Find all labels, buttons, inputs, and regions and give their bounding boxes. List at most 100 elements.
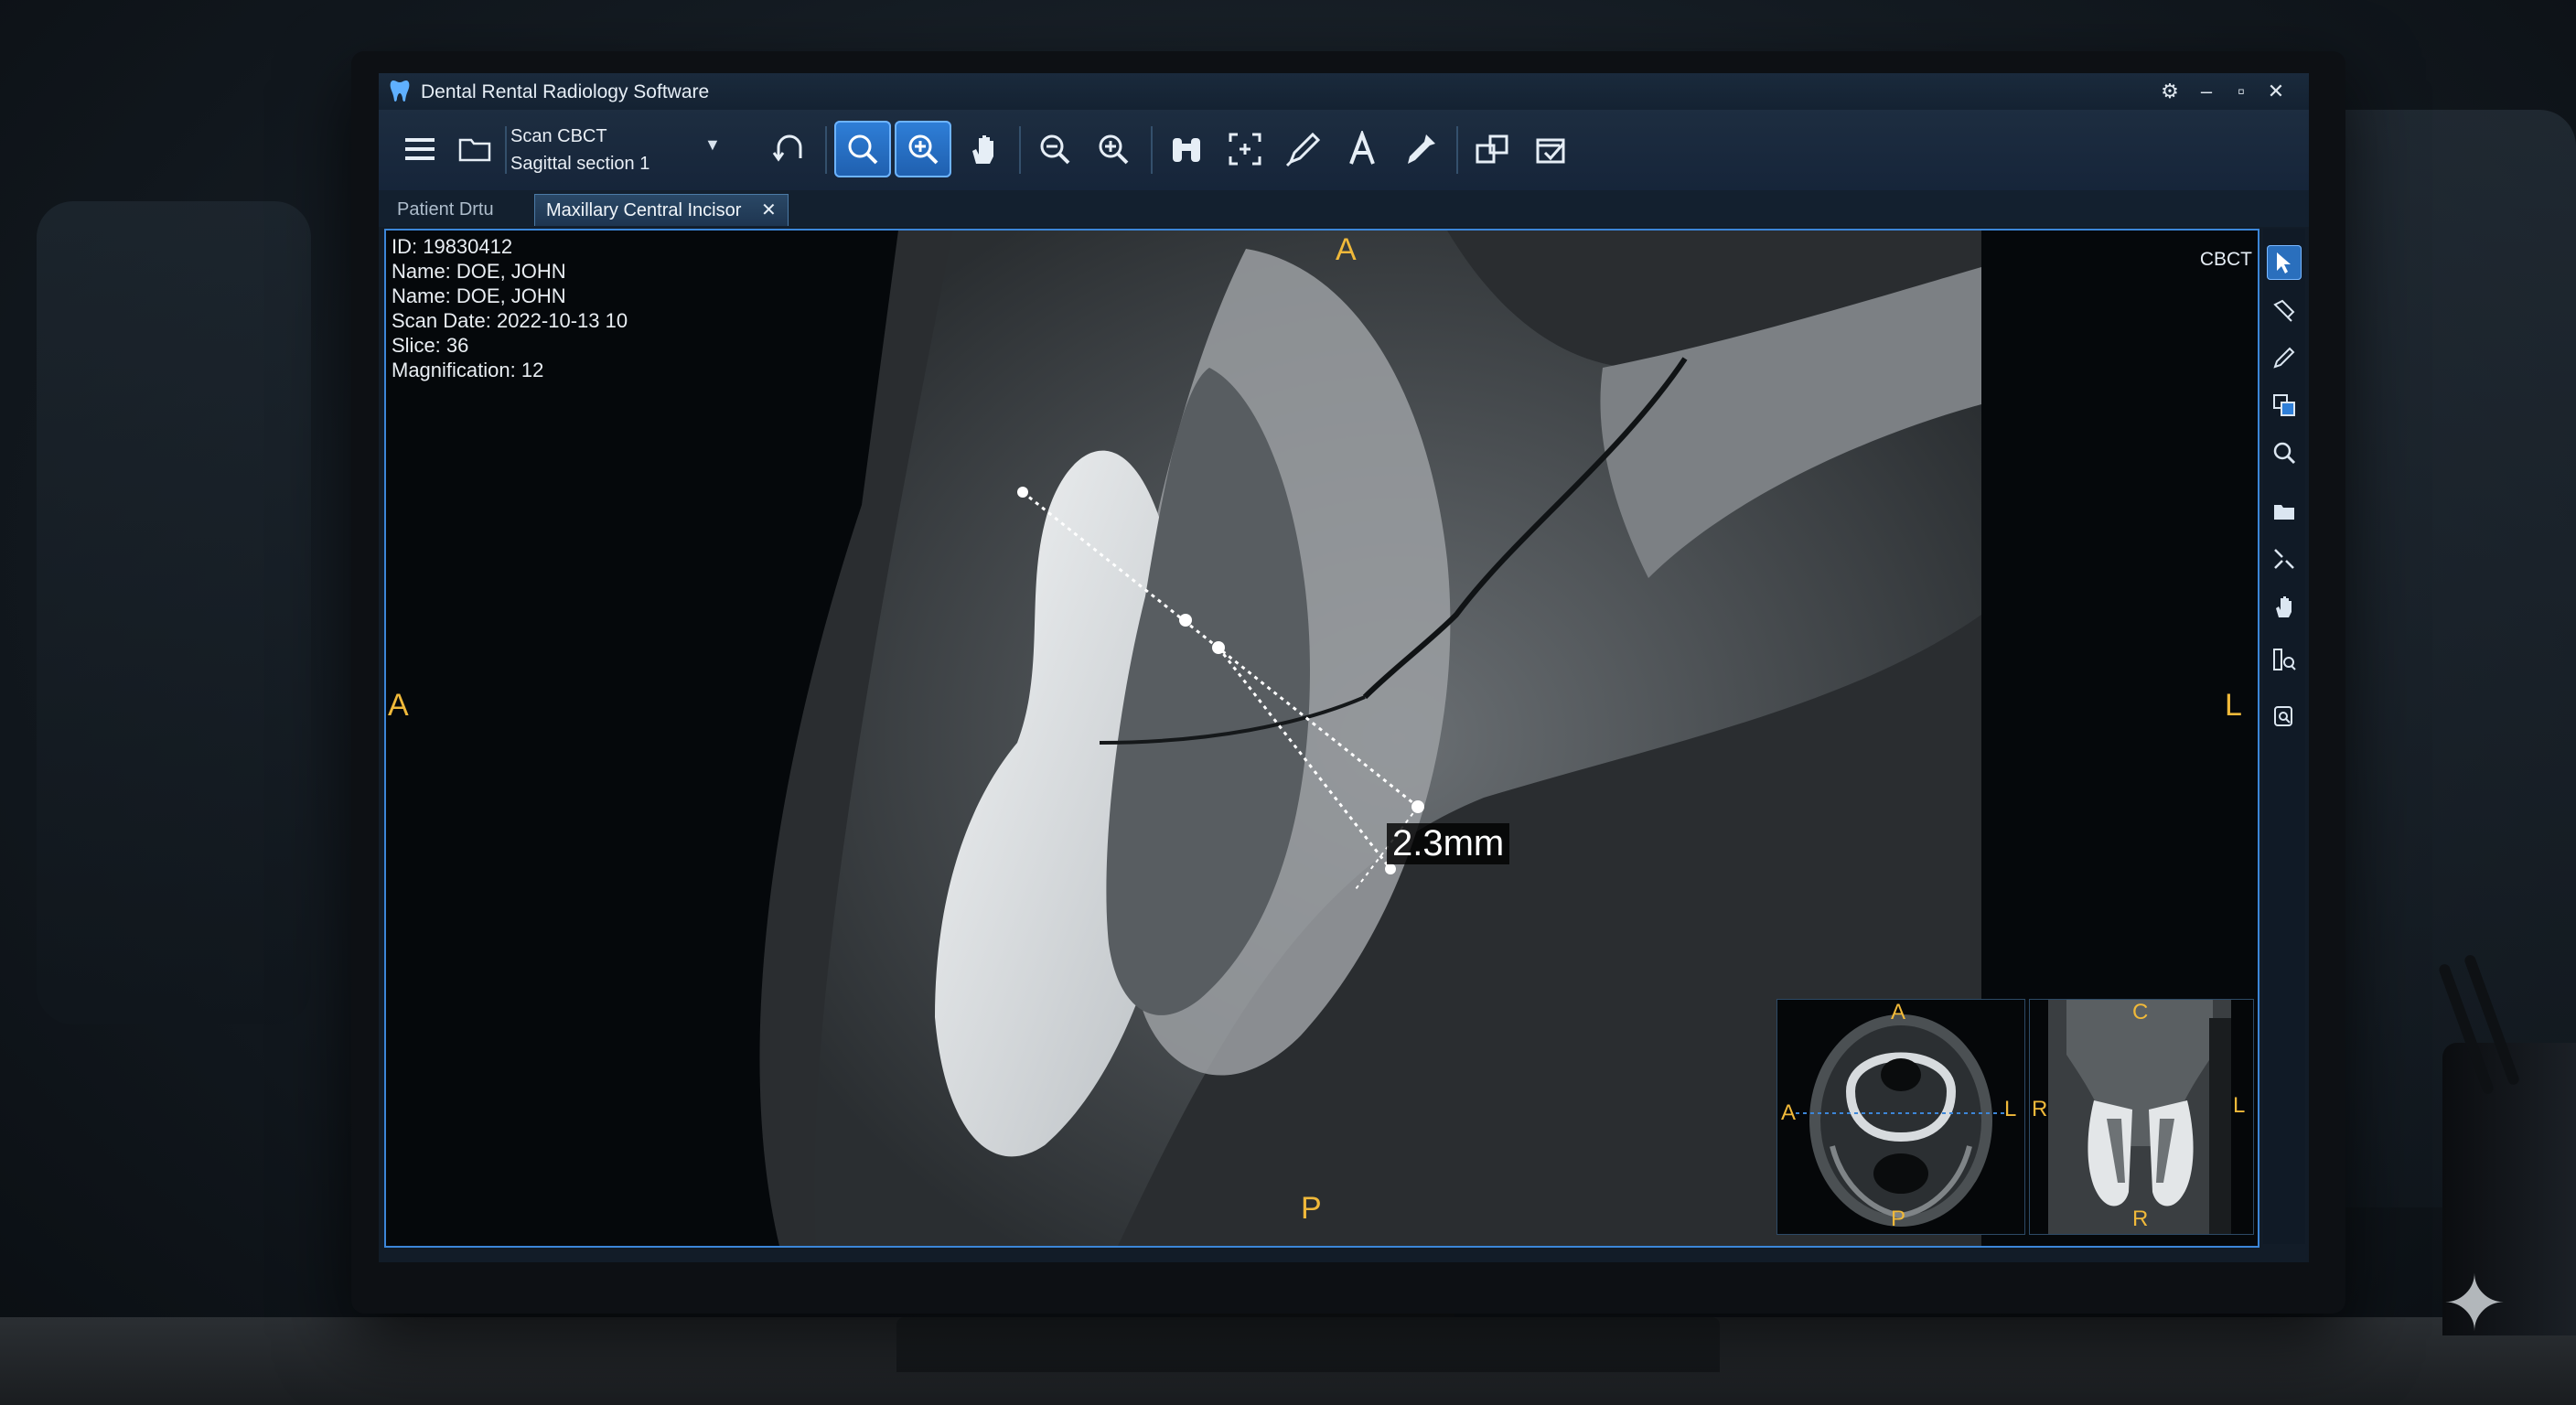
transform-tool-button[interactable] [2267,542,2302,576]
magnify-tool-button[interactable] [2267,435,2302,470]
close-window-button[interactable]: ✕ [2259,77,2292,106]
orientation-bottom-label: P [1301,1191,1322,1226]
scan-type-label: Scan CBCT [510,126,607,146]
zoom-in-tool-button[interactable] [895,121,951,177]
zoom-out-icon [1040,134,1070,165]
coronal-top-label: C [2132,1000,2149,1024]
patient-name: Name: DOE, JOHN [392,260,566,283]
zoom-tool-button[interactable] [834,121,891,177]
measure-zoom-button[interactable] [2267,642,2302,677]
undo-button[interactable] [761,121,818,177]
measure-zoom-icon [2273,649,2296,670]
orientation-top-label: A [1336,232,1357,267]
measurement-label: 2.3mm [1387,823,1510,864]
open-folder-button[interactable] [446,121,503,177]
main-toolbar: Scan CBCT Sagittal section 1 ▼ [379,110,2309,191]
tab-maxillary-central-incisor[interactable]: Maxillary Central Incisor ✕ [534,194,789,226]
text-annotation-button[interactable] [1334,121,1390,177]
find-button[interactable] [1158,121,1215,177]
copy-layers-icon [2273,394,2295,416]
background-shelf [37,201,311,1024]
pipette-button[interactable] [1392,121,1449,177]
axial-top-label: A [1891,1000,1906,1024]
pencil-icon [2273,347,2295,369]
zoom-in-active-icon [908,134,939,165]
copy-layers-button[interactable] [2267,388,2302,423]
zoom-out-button[interactable] [1026,121,1083,177]
modality-label: CBCT [2199,249,2252,270]
document-tabs: Patient Drtu Maxillary Central Incisor ✕ [379,190,2309,227]
pointer-icon [2277,252,2291,273]
patient-info-overlay: ID: 19830412 Name: DOE, JOHN Name: DOE, … [392,234,628,382]
select-tool-button[interactable] [2267,245,2302,280]
orientation-right-label: L [2225,688,2242,723]
coronal-bottom-label: R [2132,1207,2149,1231]
coronal-left-label: R [2032,1097,2048,1121]
axial-slice-image [1796,1014,2006,1227]
zoom-icon [848,134,878,165]
crop-icon [1229,133,1261,166]
title-bar: Dental Rental Radiology Software ⚙ – ▫ ✕ [379,73,2309,110]
open-series-button[interactable] [2267,494,2302,529]
minimize-button[interactable]: – [2190,77,2223,106]
magnification: Magnification: 12 [392,359,544,381]
maximize-button[interactable]: ▫ [2225,77,2258,106]
scan-section-label: Sagittal section 1 [510,154,650,174]
axial-left-label: A [1781,1100,1797,1125]
settings-search-icon [2274,706,2292,726]
window-title: Dental Rental Radiology Software [421,81,710,102]
magnify-icon [2273,442,2296,465]
hand-tool-button[interactable] [2267,589,2302,624]
menu-icon [405,138,435,160]
coronal-inset-view[interactable]: C R L R [2029,999,2254,1235]
slice-number: Slice: 36 [392,334,469,357]
binoculars-icon [1173,138,1200,162]
ruler-pen-icon [1285,132,1321,167]
coronal-right-label: L [2233,1093,2246,1118]
folder-icon [458,138,491,162]
dropdown-arrow-icon: ▼ [704,135,721,154]
monitor-stand-base [896,1317,1720,1372]
patient-id: ID: 19830412 [392,235,513,258]
folder-icon [2274,505,2294,520]
crop-button[interactable] [1217,121,1273,177]
layout-icon [1476,134,1508,164]
measure-button[interactable] [1275,121,1332,177]
settings-search-button[interactable] [2267,699,2302,734]
axial-right-label: L [2004,1097,2017,1121]
layout-button[interactable] [1464,121,1520,177]
tab-patient-data[interactable]: Patient Drtu [386,194,505,225]
settings-gear-icon[interactable]: ⚙ [2153,77,2186,106]
menu-button[interactable] [392,121,448,177]
zoom-in-button[interactable] [1085,121,1142,177]
print-icon [1536,138,1565,164]
transform-icon [2274,549,2294,569]
coronal-slice-image [2048,1000,2231,1234]
tooth-logo-icon [390,79,413,104]
scan-series-select[interactable]: Scan CBCT Sagittal section 1 ▼ [507,119,735,181]
pen-tool-button[interactable] [2267,293,2302,327]
sagittal-viewport[interactable]: ID: 19830412 Name: DOE, JOHN Name: DOE, … [384,229,2259,1248]
pencil-tool-button[interactable] [2267,340,2302,375]
monitor: Dental Rental Radiology Software ⚙ – ▫ ✕… [351,51,2345,1314]
axial-inset-view[interactable]: A A L P [1776,999,2025,1235]
orientation-left-label: A [388,688,409,723]
toolbar-separator [1456,126,1458,174]
hand-icon [2276,596,2292,617]
app-window: Dental Rental Radiology Software ⚙ – ▫ ✕… [379,73,2309,1262]
zoom-in-icon [1099,134,1129,165]
text-icon [1349,131,1375,165]
scan-date: Scan Date: 2022-10-13 10 [392,309,628,332]
close-tab-icon[interactable]: ✕ [761,200,777,220]
tab-label: Patient Drtu [397,199,494,220]
pen-tool-icon [2273,299,2295,322]
toolbar-separator [1151,126,1153,174]
axial-bottom-label: P [1891,1207,1906,1231]
sparkle-icon: ✦ [2442,1260,2507,1346]
print-button[interactable] [1522,121,1579,177]
toolbar-separator [1019,126,1021,174]
toolbar-separator [825,126,827,174]
right-tool-panel [2263,229,2305,1244]
pan-tool-button[interactable] [955,121,1012,177]
patient-name: Name: DOE, JOHN [392,284,566,307]
